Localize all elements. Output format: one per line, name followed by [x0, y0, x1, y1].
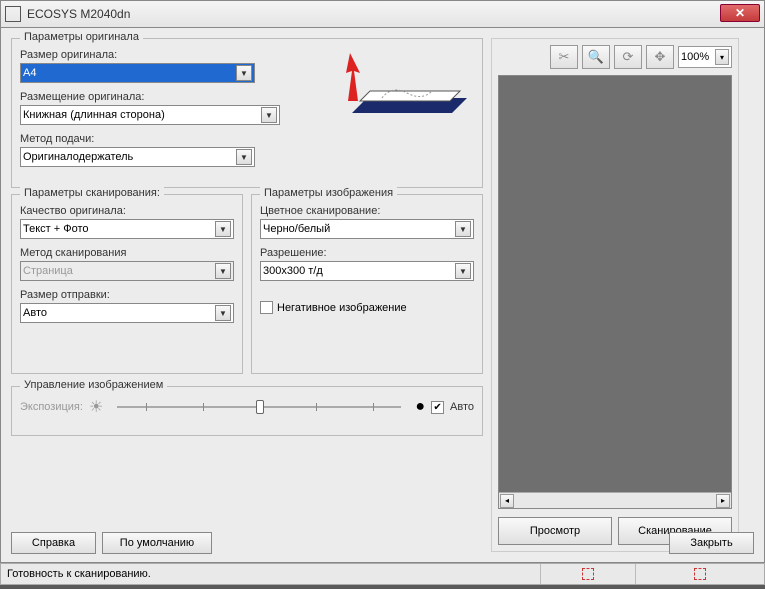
- chevron-down-icon: ▼: [236, 149, 252, 165]
- checkbox-negative[interactable]: [260, 301, 273, 314]
- group-scan-legend: Параметры сканирования:: [20, 187, 164, 199]
- label-resolution: Разрешение:: [260, 247, 474, 259]
- select-scan-method: Страница ▼: [20, 261, 234, 281]
- group-adjust: Управление изображением Экспозиция: ☀ ● …: [11, 386, 483, 436]
- chevron-down-icon: ▾: [715, 49, 729, 65]
- status-marker-1: [582, 568, 594, 580]
- label-quality: Качество оригинала:: [20, 205, 234, 217]
- group-original-legend: Параметры оригинала: [20, 31, 143, 43]
- rotate-icon: ⟳: [623, 49, 634, 65]
- chevron-down-icon: ▼: [215, 305, 231, 321]
- label-exposure-auto: Авто: [450, 401, 474, 413]
- crop-button[interactable]: ✂: [550, 45, 578, 69]
- window-title: ECOSYS M2040dn: [27, 7, 130, 21]
- group-adjust-legend: Управление изображением: [20, 379, 167, 391]
- preview-scrollbar-h[interactable]: ◂ ▸: [499, 492, 731, 508]
- group-original: Параметры оригинала Размер оригинала: A4…: [11, 38, 483, 188]
- select-sendsize-value: Авто: [23, 307, 47, 319]
- select-quality-value: Текст + Фото: [23, 223, 89, 235]
- chevron-down-icon: ▼: [261, 107, 277, 123]
- sun-outline-icon: ☀: [89, 397, 103, 417]
- select-resolution[interactable]: 300x300 т/д ▼: [260, 261, 474, 281]
- preview-area: ◂ ▸: [498, 75, 732, 509]
- chevron-down-icon: ▼: [455, 221, 471, 237]
- select-sendsize[interactable]: Авто ▼: [20, 303, 234, 323]
- bottom-button-row: Справка По умолчанию Закрыть: [11, 532, 754, 554]
- magnifier-icon: 🔍: [588, 49, 604, 65]
- chevron-down-icon: ▼: [236, 65, 252, 81]
- scanner-illustration: [332, 43, 472, 133]
- chevron-down-icon: ▼: [215, 263, 231, 279]
- titlebar: ECOSYS M2040dn ✕: [0, 0, 765, 28]
- chevron-down-icon: ▼: [215, 221, 231, 237]
- label-scan-method: Метод сканирования: [20, 247, 234, 259]
- select-placement-value: Книжная (длинная сторона): [23, 109, 165, 121]
- label-exposure: Экспозиция:: [20, 401, 83, 413]
- app-body: Параметры оригинала Размер оригинала: A4…: [0, 28, 765, 563]
- select-feed-value: Оригиналодержатель: [23, 151, 133, 163]
- exposure-slider[interactable]: [117, 406, 401, 408]
- checkbox-exposure-auto[interactable]: ✔: [431, 401, 444, 414]
- close-button[interactable]: Закрыть: [669, 532, 754, 554]
- zoom-select[interactable]: 100% ▾: [678, 46, 732, 68]
- group-image-legend: Параметры изображения: [260, 187, 397, 199]
- select-color-value: Черно/белый: [263, 223, 330, 235]
- scroll-left-icon[interactable]: ◂: [500, 494, 514, 508]
- chevron-down-icon: ▼: [455, 263, 471, 279]
- select-resolution-value: 300x300 т/д: [263, 265, 323, 277]
- label-color: Цветное сканирование:: [260, 205, 474, 217]
- close-icon: ✕: [735, 6, 745, 20]
- label-sendsize: Размер отправки:: [20, 289, 234, 301]
- select-original-size[interactable]: A4 ▼: [20, 63, 255, 83]
- close-window-button[interactable]: ✕: [720, 4, 760, 22]
- right-pane: ✂ 🔍 ⟳ ✥ 100% ▾ ◂ ▸ Просмотр Сканирование: [491, 38, 739, 552]
- select-feed[interactable]: Оригиналодержатель ▼: [20, 147, 255, 167]
- select-color[interactable]: Черно/белый ▼: [260, 219, 474, 239]
- sun-filled-icon: ●: [415, 398, 425, 416]
- status-text: Готовность к сканированию.: [1, 564, 541, 584]
- preview-toolbar: ✂ 🔍 ⟳ ✥ 100% ▾: [498, 45, 732, 69]
- help-button[interactable]: Справка: [11, 532, 96, 554]
- select-scan-method-value: Страница: [23, 265, 73, 277]
- left-pane: Параметры оригинала Размер оригинала: A4…: [11, 38, 483, 552]
- label-feed: Метод подачи:: [20, 133, 474, 145]
- status-marker-2: [694, 568, 706, 580]
- select-placement[interactable]: Книжная (длинная сторона) ▼: [20, 105, 280, 125]
- group-image: Параметры изображения Цветное сканирован…: [251, 194, 483, 374]
- select-quality[interactable]: Текст + Фото ▼: [20, 219, 234, 239]
- select-original-size-value: A4: [23, 67, 36, 79]
- defaults-button[interactable]: По умолчанию: [102, 532, 212, 554]
- zoom-button[interactable]: 🔍: [582, 45, 610, 69]
- crop-icon: ✂: [559, 49, 570, 65]
- scroll-right-icon[interactable]: ▸: [716, 494, 730, 508]
- move-icon: ✥: [655, 49, 666, 65]
- move-button[interactable]: ✥: [646, 45, 674, 69]
- zoom-value: 100%: [681, 51, 709, 63]
- rotate-button[interactable]: ⟳: [614, 45, 642, 69]
- group-scan: Параметры сканирования: Качество оригина…: [11, 194, 243, 374]
- checkbox-negative-row[interactable]: Негативное изображение: [260, 301, 474, 314]
- app-icon: [5, 6, 21, 22]
- statusbar: Готовность к сканированию.: [0, 563, 765, 585]
- label-negative: Негативное изображение: [277, 302, 407, 314]
